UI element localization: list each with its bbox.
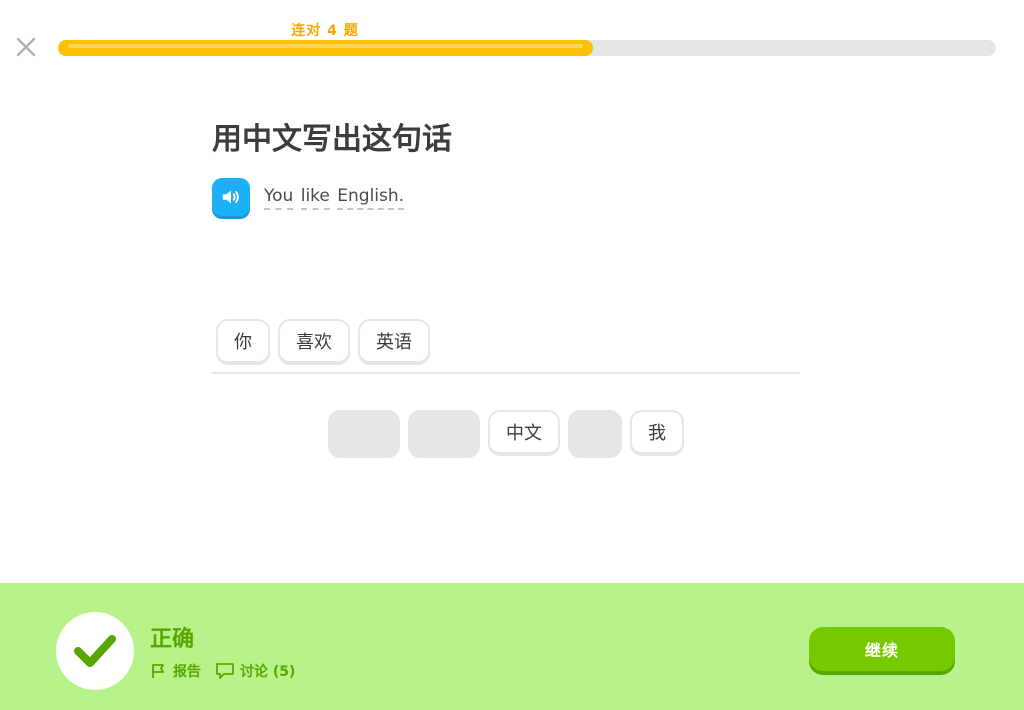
answer-tile[interactable]: 喜欢 <box>278 319 350 365</box>
discuss-label: 讨论 (5) <box>240 664 296 680</box>
source-sentence: You like English. <box>264 186 406 210</box>
lesson-screen: 连对 4 题 用中文写出这句话 You like English. 你喜欢 英语 … <box>0 0 1024 710</box>
play-audio-button[interactable] <box>212 178 250 216</box>
word-bank-slot-empty <box>408 410 480 458</box>
check-icon <box>74 635 116 667</box>
source-word[interactable]: You <box>264 186 294 210</box>
word-bank-slot-empty <box>568 410 622 458</box>
answer-line <box>212 372 800 374</box>
prompt-title: 用中文写出这句话 <box>212 122 452 157</box>
progress-bar <box>58 40 996 56</box>
feedback-panel: 正确 报告 讨论 (5) 继续 <box>0 583 1024 710</box>
word-bank-slot-empty <box>328 410 400 458</box>
feedback-title: 正确 <box>150 627 195 652</box>
flag-icon <box>152 664 164 678</box>
word-bank-tile[interactable]: 中文 <box>488 410 560 456</box>
report-label: 报告 <box>173 664 201 680</box>
speaker-icon <box>222 190 239 204</box>
close-icon <box>16 37 36 57</box>
comment-icon <box>216 663 234 679</box>
answer-tile[interactable]: 你 <box>216 319 270 365</box>
answer-tile[interactable]: 英语 <box>358 319 430 365</box>
progress-fill <box>58 40 593 56</box>
word-bank: 中文 我 <box>328 410 684 458</box>
streak-label: 连对 4 题 <box>291 23 359 39</box>
close-button[interactable] <box>14 35 38 59</box>
source-word[interactable]: like <box>300 186 330 210</box>
check-badge <box>56 612 134 690</box>
continue-button[interactable]: 继续 <box>809 627 955 671</box>
word-bank-tile[interactable]: 我 <box>630 410 684 456</box>
feedback-links: 报告 讨论 (5) <box>150 661 295 681</box>
source-word[interactable]: English. <box>337 186 405 210</box>
answer-area: 你喜欢 英语 <box>216 319 430 365</box>
report-button[interactable]: 报告 <box>150 661 201 681</box>
discuss-button[interactable]: 讨论 (5) <box>215 661 295 681</box>
